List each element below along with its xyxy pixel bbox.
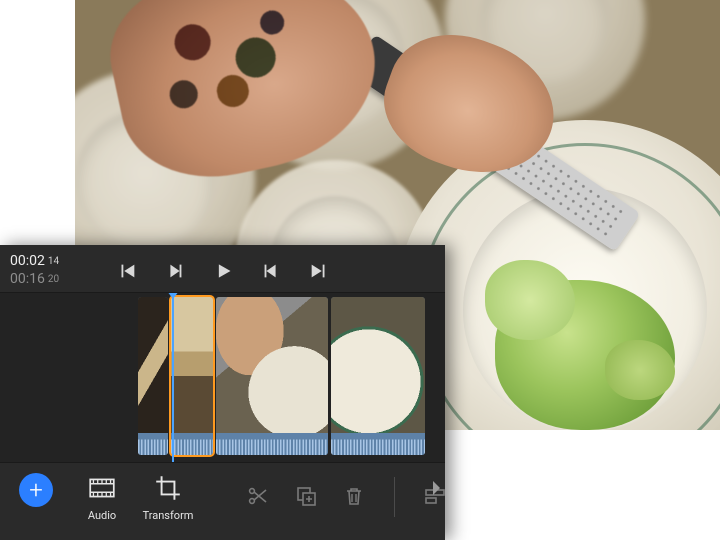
transform-label: Transform [143, 509, 194, 522]
toolbar-divider [394, 477, 395, 517]
audio-label: Audio [88, 509, 116, 522]
skip-end-button[interactable] [308, 260, 330, 282]
clip[interactable] [216, 297, 328, 455]
clip[interactable] [331, 297, 425, 455]
audio-tool[interactable]: Audio [80, 473, 124, 522]
plus-icon: + [19, 473, 53, 507]
transport-bar: 00:02 14 00:16 20 [0, 245, 445, 292]
clip[interactable] [138, 297, 168, 455]
scroll-right-button[interactable] [431, 480, 441, 496]
clip-selected[interactable] [171, 297, 213, 455]
editor-panel: 00:02 14 00:16 20 [0, 245, 445, 540]
timecode-current-frames: 14 [48, 256, 59, 269]
clip-strip [138, 297, 425, 455]
timeline[interactable] [0, 292, 445, 462]
delete-button[interactable] [342, 484, 366, 508]
play-button[interactable] [212, 260, 234, 282]
timecode-total-frames: 20 [48, 274, 59, 287]
split-button[interactable] [246, 484, 270, 508]
playback-controls [116, 260, 330, 282]
playhead[interactable] [172, 293, 174, 462]
timecode-current-main: 00:02 [10, 253, 45, 271]
add-button[interactable]: + [14, 473, 58, 507]
crop-rotate-icon [153, 473, 183, 503]
timecode-total-main: 00:16 [10, 271, 45, 289]
secondary-tools [246, 475, 447, 517]
step-forward-button[interactable] [260, 260, 282, 282]
transform-tool[interactable]: Transform [146, 473, 190, 522]
timecode-current: 00:02 14 [10, 253, 78, 271]
skip-start-button[interactable] [116, 260, 138, 282]
duplicate-button[interactable] [294, 484, 318, 508]
toolbar: + Audio Transform [0, 462, 445, 540]
step-back-button[interactable] [164, 260, 186, 282]
timecode[interactable]: 00:02 14 00:16 20 [10, 253, 78, 288]
audio-filmstrip-icon [87, 473, 117, 503]
timecode-total: 00:16 20 [10, 271, 78, 289]
